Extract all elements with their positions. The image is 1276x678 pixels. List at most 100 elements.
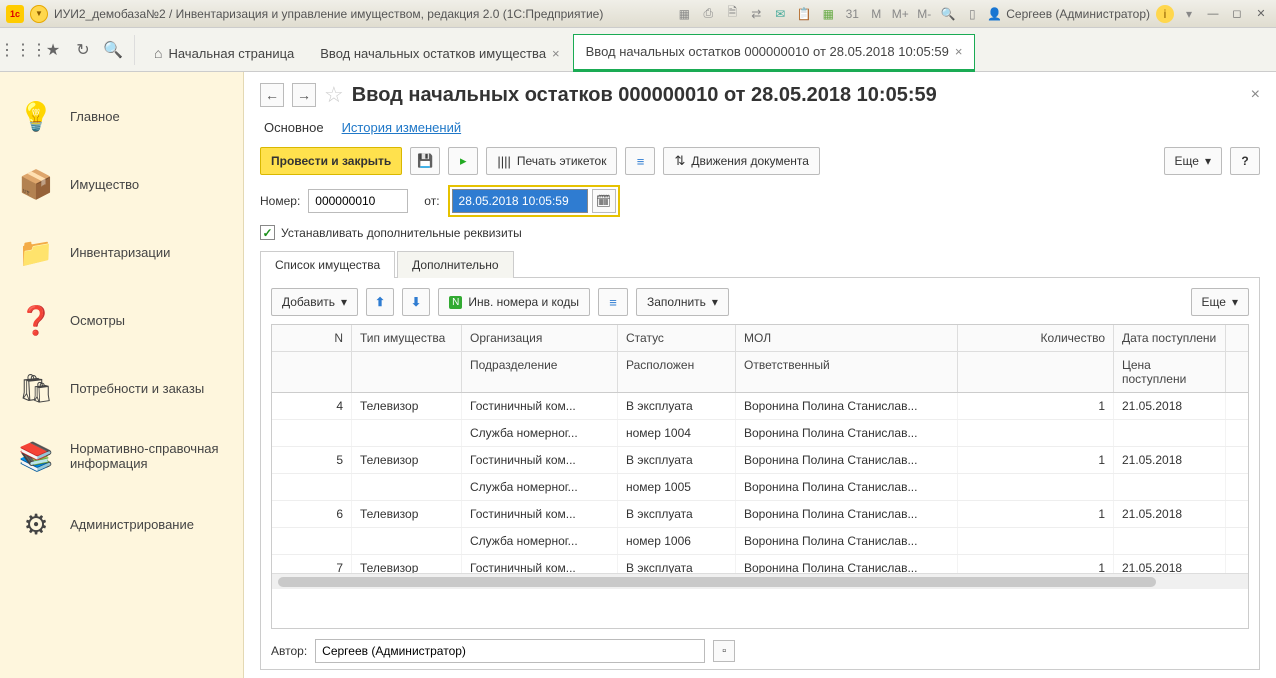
table-body[interactable]: 4ТелевизорГостиничный ком...В эксплуатаВ…: [272, 393, 1248, 573]
sidebar-label: Потребности и заказы: [70, 381, 204, 396]
sidebar-label: Осмотры: [70, 313, 125, 328]
col2-dept[interactable]: Подразделение: [462, 352, 618, 392]
table-row-sub[interactable]: Служба номерног...номер 1004Воронина Пол…: [272, 420, 1248, 447]
close-window-button[interactable]: ✕: [1252, 6, 1270, 22]
compare-icon[interactable]: ⇄: [747, 5, 765, 23]
col-status[interactable]: Статус: [618, 325, 736, 351]
panel-icon[interactable]: ▯: [963, 5, 981, 23]
sub-tabs: Основное История изменений: [264, 120, 1260, 135]
sidebar-item-reference[interactable]: 📚Нормативно-справочная информация: [0, 422, 243, 490]
table-row[interactable]: 4ТелевизорГостиничный ком...В эксплуатаВ…: [272, 393, 1248, 420]
sidebar-item-inspections[interactable]: ❓ Осмотры: [0, 286, 243, 354]
close-icon[interactable]: ×: [552, 46, 560, 61]
n-icon: N: [449, 296, 462, 309]
list2-button[interactable]: ≡: [598, 288, 628, 316]
scrollbar-thumb[interactable]: [278, 577, 1156, 587]
add-button[interactable]: Добавить ▾: [271, 288, 358, 316]
help-button[interactable]: ?: [1230, 147, 1260, 175]
user-menu[interactable]: 👤 Сергеев (Администратор): [987, 7, 1150, 21]
table-row[interactable]: 7ТелевизорГостиничный ком...В эксплуатаВ…: [272, 555, 1248, 573]
checkbox-icon[interactable]: ✓: [260, 225, 275, 240]
apps-icon[interactable]: ⋮⋮⋮: [8, 35, 38, 65]
sidebar-item-inventory[interactable]: 📁Инвентаризации: [0, 218, 243, 286]
save-button[interactable]: 💾: [410, 147, 440, 175]
zoom-icon[interactable]: 🔍: [939, 5, 957, 23]
sidebar-item-main[interactable]: 💡Главное: [0, 82, 243, 150]
maximize-button[interactable]: ◻: [1228, 6, 1246, 22]
m-minus-icon[interactable]: M-: [915, 5, 933, 23]
star-icon[interactable]: ★: [38, 35, 68, 65]
col-qty[interactable]: Количество: [958, 325, 1114, 351]
dropdown-icon[interactable]: ▼: [30, 5, 48, 23]
fill-button[interactable]: Заполнить ▾: [636, 288, 729, 316]
col2-responsible[interactable]: Ответственный: [736, 352, 958, 392]
inv-numbers-button[interactable]: NИнв. номера и коды: [438, 288, 590, 316]
col-date[interactable]: Дата поступлени: [1114, 325, 1226, 351]
table-row-sub[interactable]: Служба номерног...номер 1005Воронина Пол…: [272, 474, 1248, 501]
open-button[interactable]: ▫: [713, 640, 735, 662]
tab-additional[interactable]: Дополнительно: [397, 251, 513, 278]
movements-button[interactable]: ⇅Движения документа: [663, 147, 820, 175]
dropdown2-icon[interactable]: ▾: [1180, 5, 1198, 23]
post-button[interactable]: ▸: [448, 147, 478, 175]
subtab-main[interactable]: Основное: [264, 120, 324, 135]
tab-property-list[interactable]: Список имущества: [260, 251, 395, 278]
m-plus-icon[interactable]: M+: [891, 5, 909, 23]
table-row[interactable]: 6ТелевизорГостиничный ком...В эксплуатаВ…: [272, 501, 1248, 528]
print-icon[interactable]: ⎙: [699, 5, 717, 23]
col2-price[interactable]: Цена поступлени: [1114, 352, 1226, 392]
tab-document-active[interactable]: Ввод начальных остатков 000000010 от 28.…: [573, 34, 976, 72]
author-input[interactable]: [315, 639, 705, 663]
horizontal-scrollbar[interactable]: [272, 573, 1248, 589]
system-bar: 1c ▼ ИУИ2_демобаза№2 / Инвентаризация и …: [0, 0, 1276, 28]
print-labels-button[interactable]: ||||Печать этикеток: [486, 147, 617, 175]
close-icon[interactable]: ×: [955, 44, 963, 59]
table-row-sub[interactable]: Служба номерног...номер 1006Воронина Пол…: [272, 528, 1248, 555]
info-icon[interactable]: i: [1156, 5, 1174, 23]
sidebar-item-admin[interactable]: ⚙Администрирование: [0, 490, 243, 558]
table-row[interactable]: 5ТелевизорГостиничный ком...В эксплуатаВ…: [272, 447, 1248, 474]
col2-location[interactable]: Расположен: [618, 352, 736, 392]
search-icon[interactable]: 🔍: [98, 35, 128, 65]
move-down-button[interactable]: ⬇: [402, 288, 430, 316]
author-label: Автор:: [271, 644, 307, 658]
favorite-star-icon[interactable]: ☆: [324, 82, 344, 108]
post-and-close-button[interactable]: Провести и закрыть: [260, 147, 402, 175]
btn-label: Печать этикеток: [517, 154, 607, 168]
date-input[interactable]: [452, 189, 588, 213]
subtab-history[interactable]: История изменений: [342, 120, 462, 135]
tab-home[interactable]: ⌂ Начальная страница: [141, 34, 307, 72]
calc-icon[interactable]: 31: [843, 5, 861, 23]
question-icon: ❓: [16, 300, 56, 340]
checkbox-row[interactable]: ✓ Устанавливать дополнительные реквизиты: [260, 225, 1260, 240]
user-name: Сергеев (Администратор): [1006, 7, 1150, 21]
forward-button[interactable]: →: [292, 83, 316, 107]
tab-label: Ввод начальных остатков 000000010 от 28.…: [586, 44, 949, 59]
col2-blank: [272, 352, 352, 392]
box-icon: 📦: [16, 164, 56, 204]
number-input[interactable]: [308, 189, 408, 213]
col-org[interactable]: Организация: [462, 325, 618, 351]
doc-icon[interactable]: 🗎: [723, 5, 741, 23]
m-icon[interactable]: M: [867, 5, 885, 23]
table-header-2: Подразделение Расположен Ответственный Ц…: [272, 352, 1248, 393]
more-button[interactable]: Еще ▾: [1164, 147, 1222, 175]
col-type[interactable]: Тип имущества: [352, 325, 462, 351]
calendar-icon[interactable]: ▦: [819, 5, 837, 23]
back-button[interactable]: ←: [260, 83, 284, 107]
calendar-button[interactable]: 🗓: [592, 189, 616, 213]
minimize-button[interactable]: —: [1204, 6, 1222, 22]
send-icon[interactable]: ✉: [771, 5, 789, 23]
tab-initial-balances-list[interactable]: Ввод начальных остатков имущества ×: [307, 34, 572, 72]
close-page-button[interactable]: ×: [1251, 86, 1260, 104]
sidebar-item-needs[interactable]: 🛍Потребности и заказы: [0, 354, 243, 422]
col-n[interactable]: N: [272, 325, 352, 351]
sidebar-item-property[interactable]: 📦Имущество: [0, 150, 243, 218]
grid-icon[interactable]: ▦: [675, 5, 693, 23]
clipboard-icon[interactable]: 📋: [795, 5, 813, 23]
history-icon[interactable]: ↻: [68, 35, 98, 65]
list-button[interactable]: ≡: [625, 147, 655, 175]
move-up-button[interactable]: ⬆: [366, 288, 394, 316]
col-mol[interactable]: МОЛ: [736, 325, 958, 351]
panel-more-button[interactable]: Еще ▾: [1191, 288, 1249, 316]
